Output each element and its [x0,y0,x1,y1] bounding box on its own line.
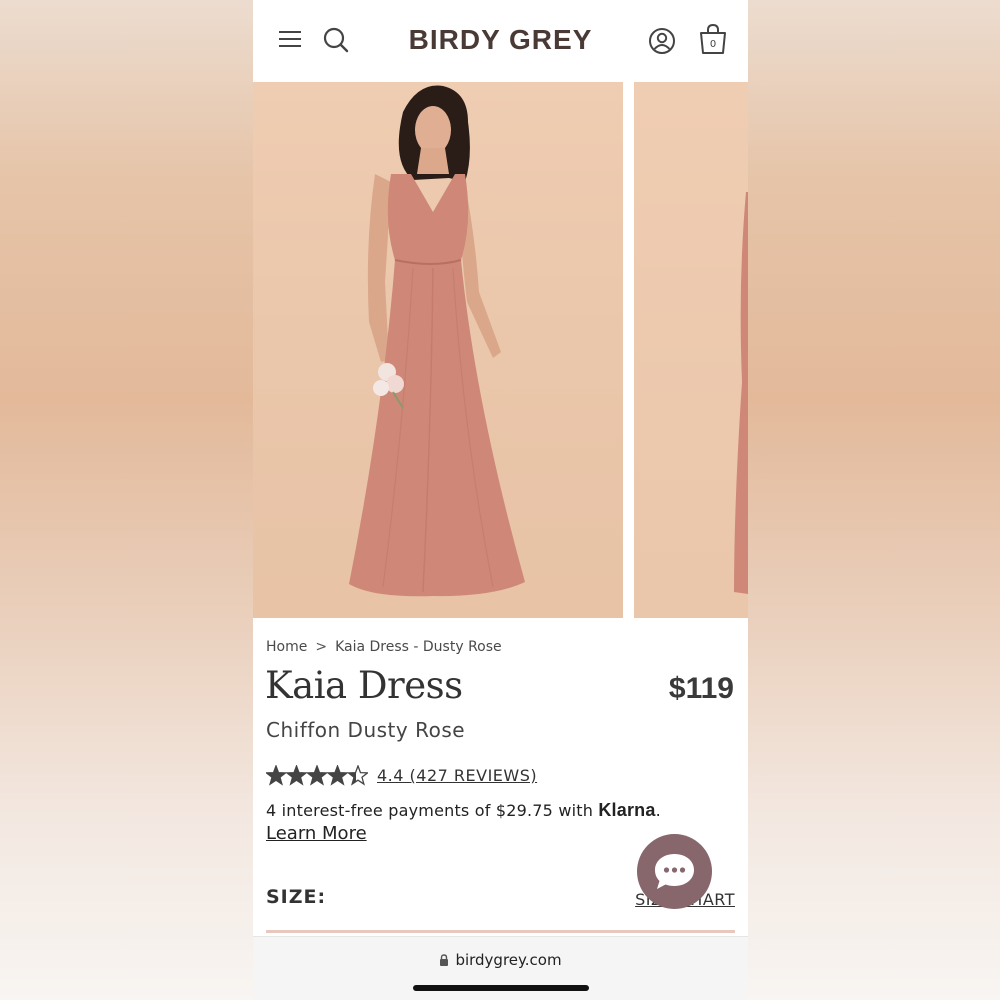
size-label: SIZE: [266,886,327,908]
klarna-message: 4 interest-free payments of $29.75 with … [266,800,661,821]
klarna-suffix: . [655,801,661,820]
product-gallery[interactable] [253,82,748,618]
breadcrumb-separator: > [315,639,328,655]
chat-bubble-icon [655,854,694,889]
lock-icon [439,952,449,970]
product-photo-main[interactable] [253,82,623,618]
star-icon [266,765,288,786]
star-rating [266,765,368,786]
breadcrumb: Home > Kaia Dress - Dusty Rose [266,639,502,655]
site-header: BIRDY GREY 0 [253,0,748,82]
product-subtitle: Chiffon Dusty Rose [266,718,466,742]
size-selector-border[interactable] [266,930,735,933]
product-price: $119 [668,672,734,705]
star-icon [285,765,308,786]
product-title: Kaia Dress [265,664,463,707]
klarna-logo: Klarna [598,800,656,820]
phone-screen: BIRDY GREY 0 Home > Kaia Dress - Dusty R… [253,0,748,1000]
product-photo-next[interactable] [634,82,748,618]
background-blur-left [0,0,253,1000]
browser-url-bar[interactable]: birdygrey.com [253,936,748,1000]
background-blur-right [748,0,1000,1000]
next-photo-image [734,192,748,594]
klarna-text: 4 interest-free payments of $29.75 with [266,801,599,820]
star-icon [305,765,329,786]
chat-button[interactable] [637,834,712,909]
breadcrumb-current: Kaia Dress - Dusty Rose [335,639,502,655]
star-icon [346,765,368,786]
home-indicator[interactable] [413,985,589,991]
dress-model-image [349,85,525,597]
breadcrumb-home[interactable]: Home [266,639,307,655]
cart-icon[interactable]: 0 [698,23,728,59]
learn-more-link[interactable]: Learn More [266,823,367,844]
star-icon [326,765,349,786]
reviews-link[interactable]: 4.4 (427 REVIEWS) [377,766,537,785]
cart-count: 0 [710,39,716,50]
url-display[interactable]: birdygrey.com [253,951,748,970]
url-text: birdygrey.com [455,951,562,969]
account-icon[interactable] [648,27,676,59]
